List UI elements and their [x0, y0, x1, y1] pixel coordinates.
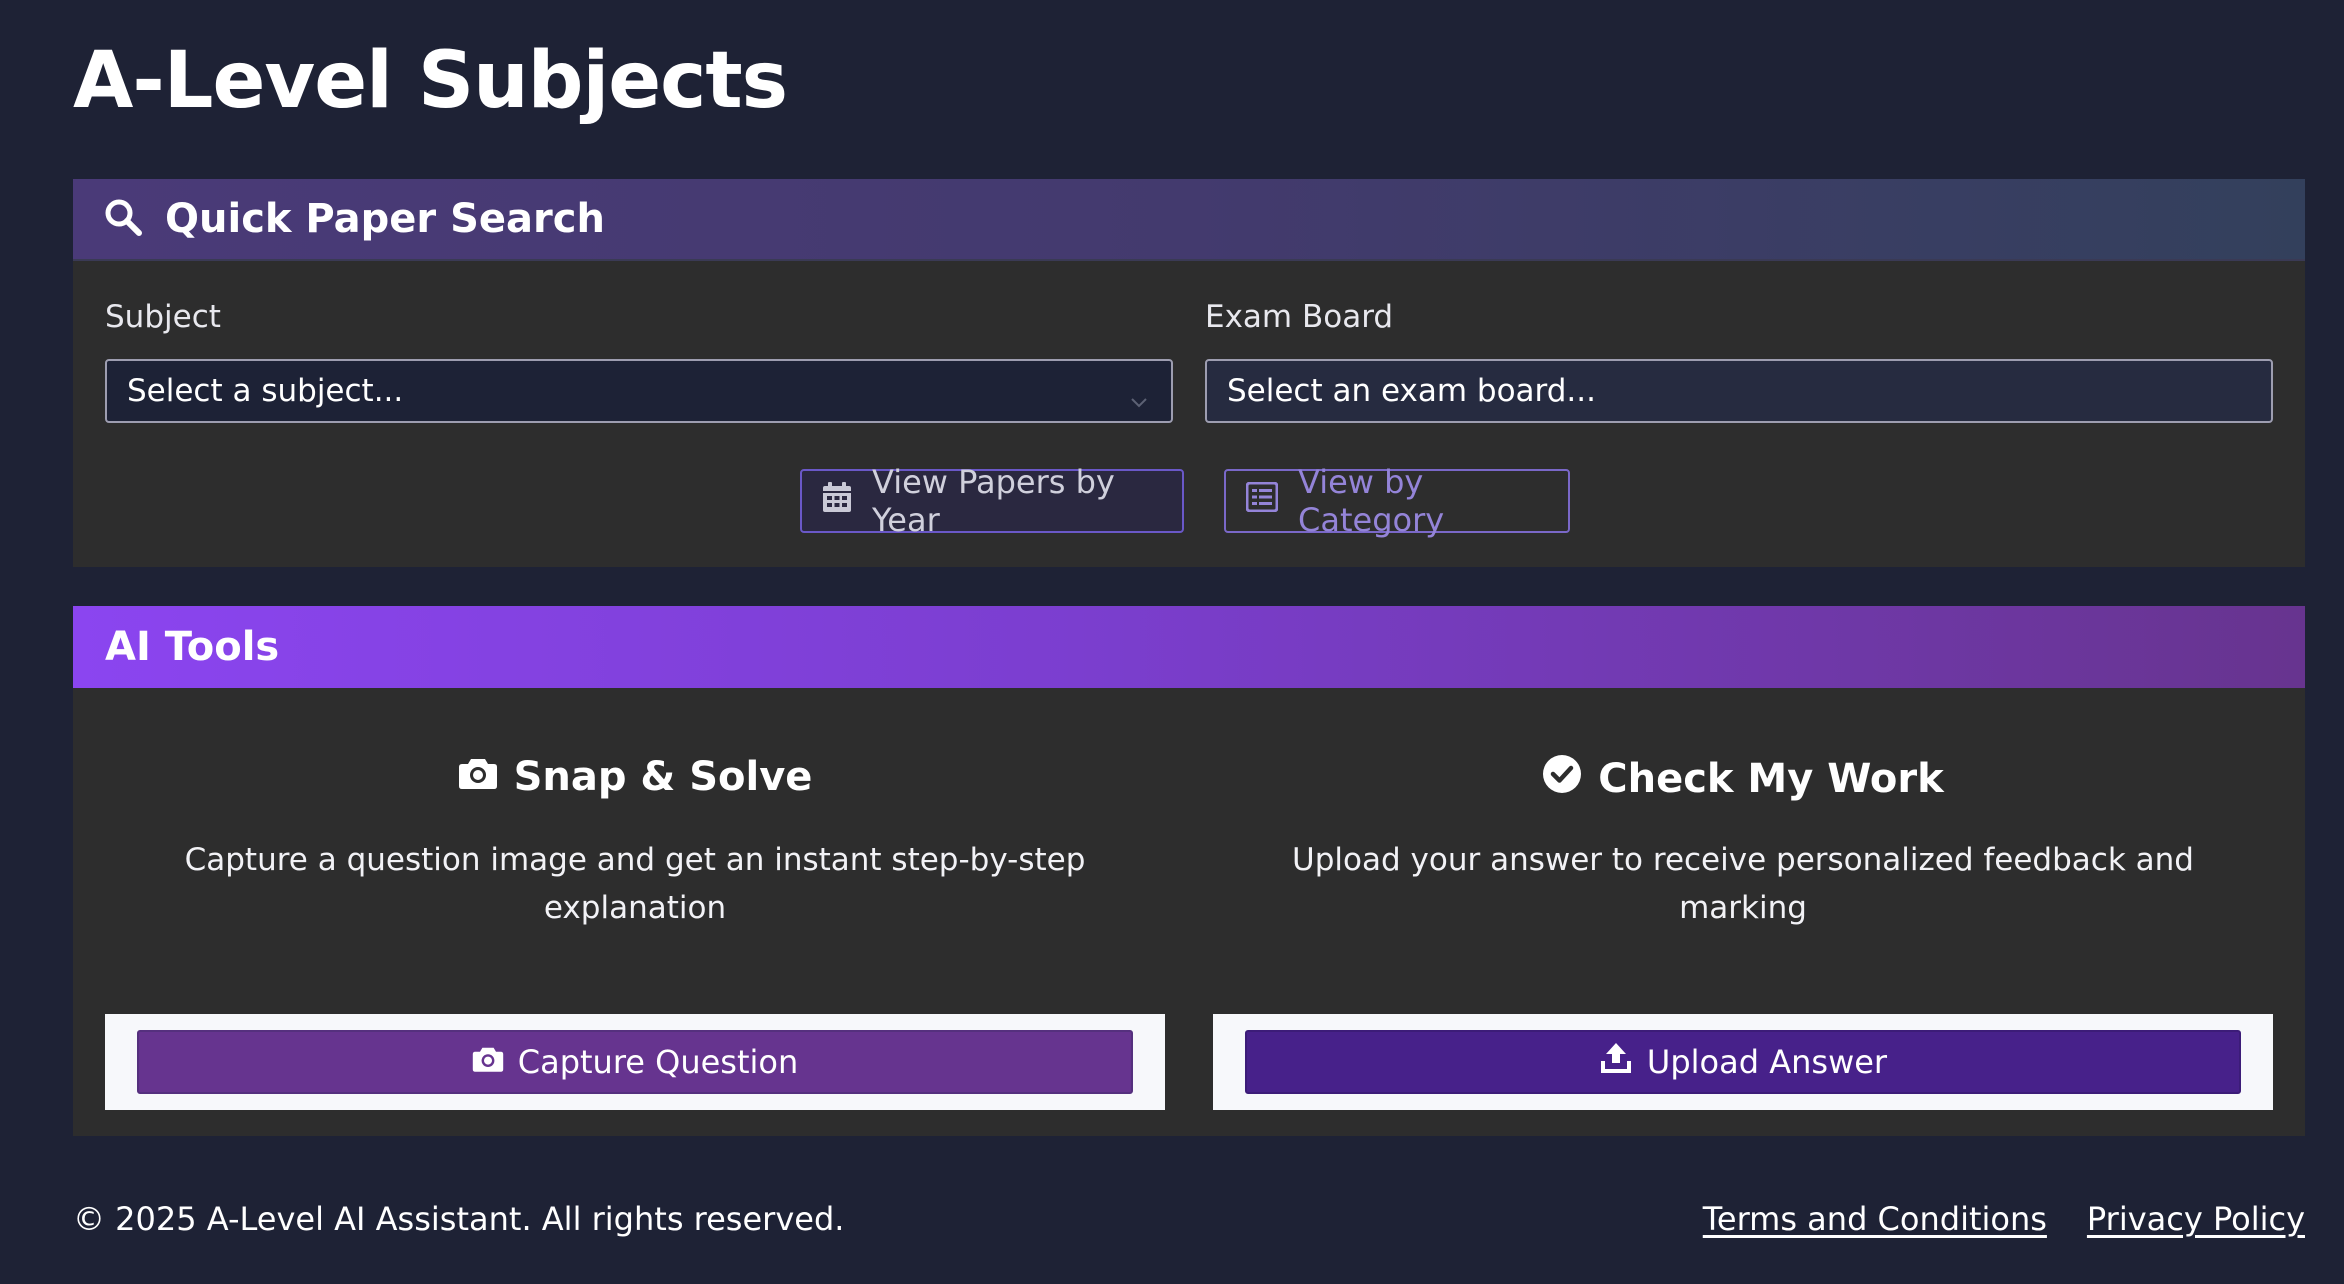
ai-tools-title: AI Tools — [105, 624, 280, 670]
page: A-Level Subjects Quick Paper Search Subj… — [0, 0, 2344, 1284]
exam-board-group: Exam Board Select an exam board... — [1205, 297, 2273, 423]
check-my-work-tool: Check My Work Upload your answer to rece… — [1213, 688, 2273, 1110]
search-buttons: View Papers by Year View by Category — [73, 463, 2305, 539]
snap-solve-description: Capture a question image and get an inst… — [184, 842, 1086, 926]
exam-board-label: Exam Board — [1205, 299, 1394, 335]
upload-answer-label: Upload Answer — [1646, 1043, 1888, 1081]
exam-board-select-value: Select an exam board... — [1227, 373, 1596, 409]
ai-tools-list: Snap & Solve Capture a question image an… — [105, 688, 2273, 1110]
check-circle-icon — [1542, 754, 1582, 804]
check-my-work-title: Check My Work — [1598, 756, 1944, 802]
snap-solve-heading: Snap & Solve — [105, 754, 1165, 800]
footer-links: Terms and Conditions Privacy Policy — [1703, 1200, 2305, 1238]
quick-paper-search-card: Quick Paper Search Subject Select a subj… — [73, 179, 2305, 567]
site-footer: © 2025 A-Level AI Assistant. All rights … — [73, 1200, 2305, 1238]
exam-board-select[interactable]: Select an exam board... — [1205, 359, 2273, 423]
view-papers-by-year-label: View Papers by Year — [872, 463, 1115, 539]
calendar-icon — [822, 481, 852, 521]
view-by-category-label: View by Category — [1298, 463, 1445, 539]
camera-icon — [458, 754, 498, 800]
ai-tools-header: AI Tools — [73, 606, 2305, 688]
list-icon — [1245, 481, 1279, 520]
ai-tools-card: AI Tools Snap & Solve Capture a question… — [73, 606, 2305, 1136]
quick-paper-search-header: Quick Paper Search — [73, 179, 2305, 261]
camera-icon — [472, 1043, 504, 1081]
check-my-work-footer: Upload Answer — [1213, 1014, 2273, 1110]
view-by-category-button[interactable]: View by Category — [1224, 463, 1570, 539]
search-form: Subject Select a subject... Exam Board S… — [105, 297, 2273, 423]
view-papers-by-year-button[interactable]: View Papers by Year — [800, 463, 1184, 539]
subject-group: Subject Select a subject... — [105, 297, 1173, 423]
upload-icon — [1599, 1041, 1633, 1083]
terms-link[interactable]: Terms and Conditions — [1703, 1200, 2047, 1238]
capture-question-button[interactable]: Capture Question — [137, 1030, 1133, 1094]
search-icon — [103, 197, 143, 241]
subject-select-value: Select a subject... — [127, 373, 404, 409]
quick-paper-search-title: Quick Paper Search — [165, 196, 605, 242]
chevron-down-icon — [1129, 383, 1149, 419]
copyright-text: © 2025 A-Level AI Assistant. All rights … — [73, 1200, 845, 1238]
upload-answer-button[interactable]: Upload Answer — [1245, 1030, 2241, 1094]
subject-label: Subject — [105, 299, 221, 335]
privacy-link[interactable]: Privacy Policy — [2087, 1200, 2305, 1238]
check-my-work-heading: Check My Work — [1213, 754, 2273, 804]
snap-solve-footer: Capture Question — [105, 1014, 1165, 1110]
snap-solve-tool: Snap & Solve Capture a question image an… — [105, 688, 1165, 1110]
subject-select[interactable]: Select a subject... — [105, 359, 1173, 423]
check-my-work-description: Upload your answer to receive personaliz… — [1292, 842, 2194, 926]
snap-solve-title: Snap & Solve — [513, 754, 813, 800]
capture-question-label: Capture Question — [517, 1043, 799, 1081]
page-title: A-Level Subjects — [73, 36, 788, 126]
